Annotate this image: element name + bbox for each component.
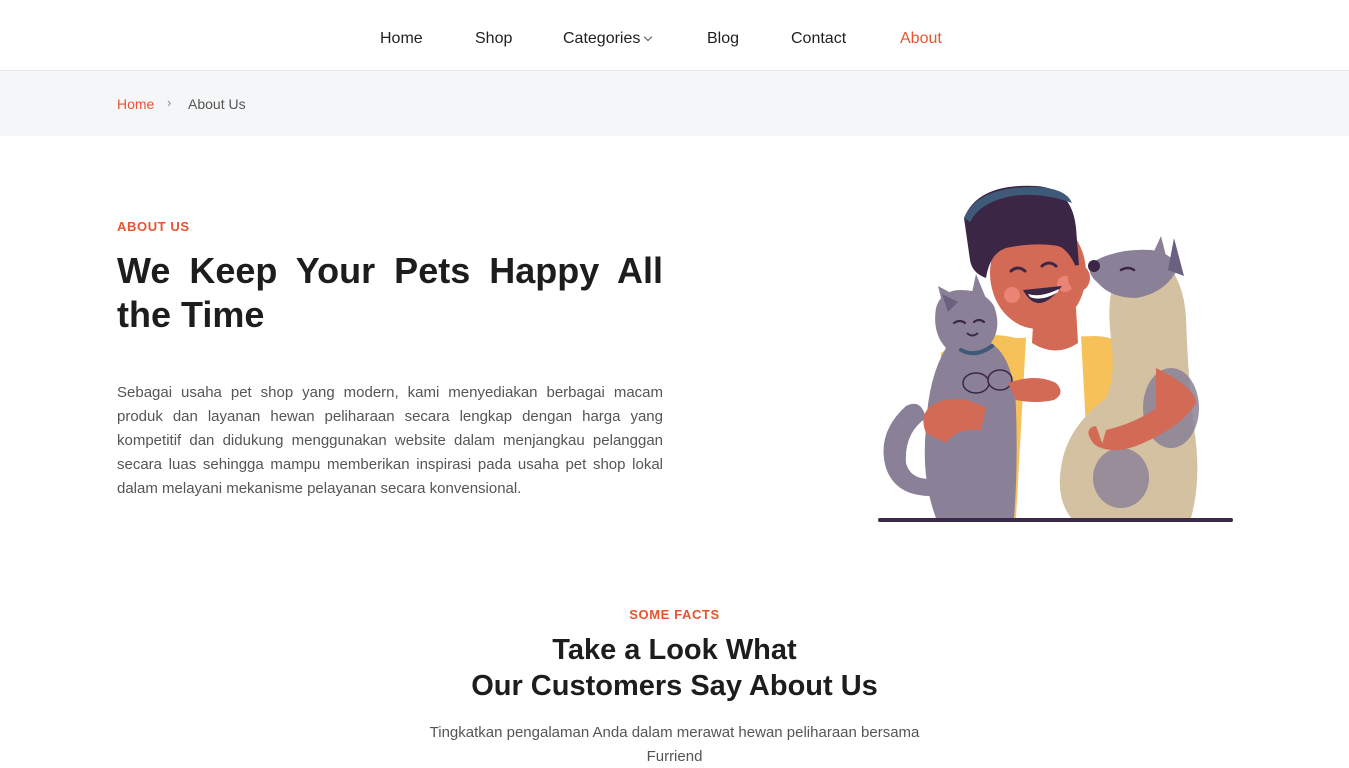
facts-eyebrow: SOME FACTS: [629, 607, 720, 622]
nav-shop[interactable]: Shop: [475, 30, 512, 48]
nav-blog[interactable]: Blog: [707, 30, 739, 48]
nav-contact[interactable]: Contact: [791, 30, 846, 48]
main-navigation: Home Shop Categories Blog Contact About: [0, 0, 1349, 71]
about-eyebrow: ABOUT US: [117, 219, 190, 234]
facts-title-line-2: Our Customers Say About Us: [471, 670, 878, 702]
nav-categories[interactable]: Categories: [563, 30, 653, 48]
nav-about[interactable]: About: [900, 30, 942, 48]
breadcrumb-current: About Us: [188, 96, 246, 112]
about-title: We Keep Your Pets Happy All the Time: [117, 250, 663, 335]
chevron-down-icon: [644, 32, 653, 42]
person-hugging-pets-image: [878, 185, 1233, 522]
facts-title: Take a Look What Our Customers Say About…: [0, 632, 1349, 704]
nav-home[interactable]: Home: [380, 30, 423, 48]
nav-categories-label: Categories: [563, 30, 641, 47]
breadcrumb-home-link[interactable]: Home: [117, 96, 154, 112]
facts-title-line-1: Take a Look What: [552, 634, 797, 666]
about-description: Sebagai usaha pet shop yang modern, kami…: [117, 384, 663, 497]
facts-subtitle: Tingkatkan pengalaman Anda dalam merawat…: [429, 724, 920, 765]
breadcrumb: Home › About Us: [0, 71, 1349, 136]
breadcrumb-separator-icon: ›: [167, 95, 172, 110]
pets-illustration: [866, 178, 1246, 530]
